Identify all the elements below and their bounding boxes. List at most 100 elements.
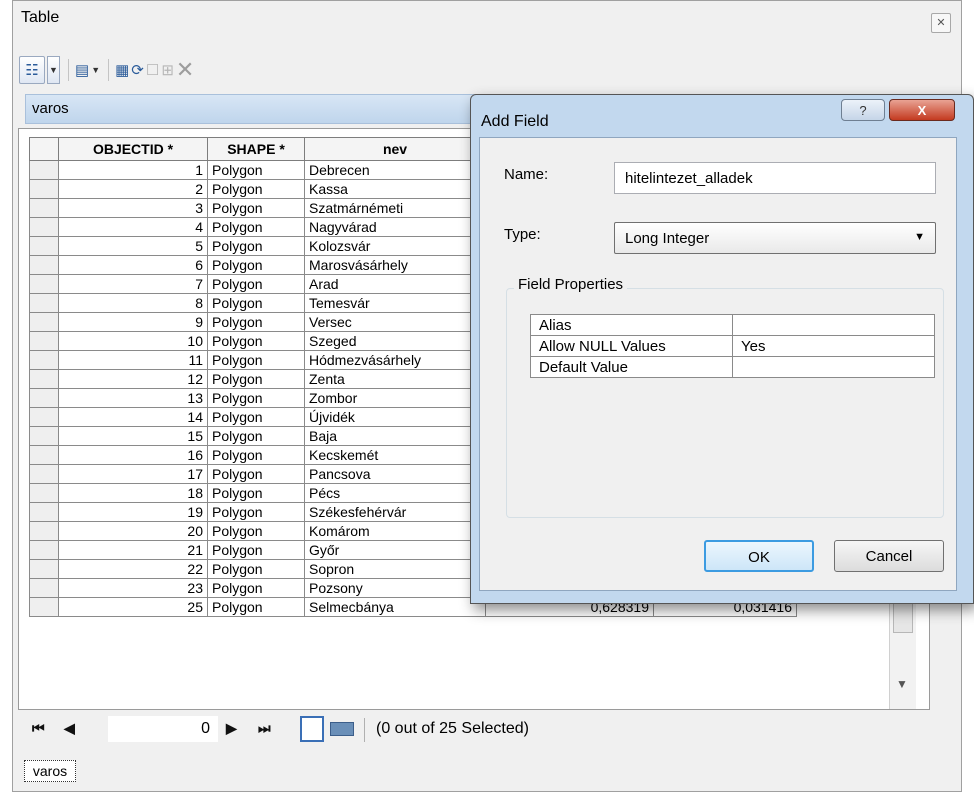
cell-objectid: 25 <box>58 597 208 617</box>
property-value[interactable] <box>732 356 935 378</box>
row-selector[interactable] <box>29 597 59 617</box>
cancel-button[interactable]: Cancel <box>834 540 944 572</box>
cell-shape: Polygon <box>207 540 305 560</box>
cell-objectid: 14 <box>58 407 208 427</box>
select-all-header[interactable] <box>29 137 59 161</box>
cell-nev: Arad <box>304 274 486 294</box>
related-tables-icon[interactable]: ▤ <box>75 56 89 84</box>
row-selector[interactable] <box>29 407 59 427</box>
field-properties-label: Field Properties <box>514 276 628 293</box>
toolbar-divider <box>108 59 110 81</box>
cell-objectid: 6 <box>58 255 208 275</box>
cell-shape: Polygon <box>207 407 305 427</box>
cell-nev: Kassa <box>304 179 486 199</box>
cell-objectid: 22 <box>58 559 208 579</box>
row-selector[interactable] <box>29 521 59 541</box>
row-selector[interactable] <box>29 293 59 313</box>
record-number-input[interactable]: 0 <box>108 716 218 742</box>
row-selector[interactable] <box>29 502 59 522</box>
cell-shape: Polygon <box>207 236 305 256</box>
scrollbar-thumb[interactable] <box>893 603 913 633</box>
row-selector[interactable] <box>29 312 59 332</box>
property-value[interactable] <box>732 314 935 336</box>
cell-shape: Polygon <box>207 464 305 484</box>
column-header-nev[interactable]: nev <box>304 137 486 161</box>
cell-nev: Baja <box>304 426 486 446</box>
row-selector[interactable] <box>29 464 59 484</box>
row-selector[interactable] <box>29 160 59 180</box>
cell-objectid: 5 <box>58 236 208 256</box>
cell-shape: Polygon <box>207 179 305 199</box>
cell-shape: Polygon <box>207 445 305 465</box>
first-record-icon[interactable]: ⏮ <box>32 720 45 737</box>
cell-shape: Polygon <box>207 388 305 408</box>
ok-button[interactable]: OK <box>704 540 814 572</box>
cell-objectid: 12 <box>58 369 208 389</box>
row-selector[interactable] <box>29 255 59 275</box>
property-key: Allow NULL Values <box>530 335 733 357</box>
row-selector[interactable] <box>29 578 59 598</box>
cell-objectid: 21 <box>58 540 208 560</box>
previous-record-icon[interactable]: ◀ <box>64 720 75 737</box>
cell-shape: Polygon <box>207 217 305 237</box>
cell-objectid: 11 <box>58 350 208 370</box>
switch-selection-icon[interactable]: ⟳ <box>131 56 144 84</box>
table-options-icon[interactable]: ☷ <box>19 56 45 84</box>
row-selector[interactable] <box>29 369 59 389</box>
cell-objectid: 18 <box>58 483 208 503</box>
cell-objectid: 2 <box>58 179 208 199</box>
last-record-icon[interactable]: ⏭ <box>258 720 271 737</box>
show-selected-records-button[interactable] <box>330 722 354 736</box>
property-key: Default Value <box>530 356 733 378</box>
cell-nev: Pozsony <box>304 578 486 598</box>
cell-nev: Nagyvárad <box>304 217 486 237</box>
cell-objectid: 19 <box>58 502 208 522</box>
row-selector[interactable] <box>29 445 59 465</box>
close-icon[interactable]: X <box>889 99 955 121</box>
table-tab-varos[interactable]: varos <box>24 760 76 782</box>
field-type-select[interactable]: Long Integer ▼ <box>614 222 936 254</box>
selection-count: (0 out of 25 Selected) <box>376 720 529 737</box>
row-selector[interactable] <box>29 179 59 199</box>
row-selector[interactable] <box>29 331 59 351</box>
help-icon[interactable]: ? <box>841 99 885 121</box>
cell-shape: Polygon <box>207 578 305 598</box>
cell-nev: Hódmezvásárhely <box>304 350 486 370</box>
row-selector[interactable] <box>29 236 59 256</box>
clear-selection-icon[interactable]: ☐ <box>146 56 159 84</box>
row-selector[interactable] <box>29 217 59 237</box>
column-header-objectid[interactable]: OBJECTID * <box>58 137 208 161</box>
row-selector[interactable] <box>29 540 59 560</box>
cell-objectid: 23 <box>58 578 208 598</box>
row-selector[interactable] <box>29 388 59 408</box>
name-label: Name: <box>504 166 549 183</box>
cell-shape: Polygon <box>207 331 305 351</box>
cell-shape: Polygon <box>207 255 305 275</box>
delete-selected-icon[interactable]: ✕ <box>176 56 194 84</box>
column-header-shape[interactable]: SHAPE * <box>207 137 305 161</box>
cell-shape: Polygon <box>207 350 305 370</box>
select-by-attributes-icon[interactable]: ▦ <box>115 56 129 84</box>
row-selector[interactable] <box>29 274 59 294</box>
cell-shape: Polygon <box>207 502 305 522</box>
zoom-to-selected-icon[interactable]: ⊞ <box>161 56 174 84</box>
close-icon[interactable]: ✕ <box>931 13 951 33</box>
show-all-records-button[interactable] <box>300 716 324 742</box>
row-selector[interactable] <box>29 426 59 446</box>
scroll-down-icon[interactable]: ▼ <box>896 677 908 691</box>
row-selector[interactable] <box>29 350 59 370</box>
property-value[interactable]: Yes <box>732 335 935 357</box>
dialog-title: Add Field <box>481 113 549 130</box>
field-name-input[interactable] <box>614 162 936 194</box>
cell-nev: Zombor <box>304 388 486 408</box>
chevron-down-icon[interactable]: ▼ <box>91 56 100 84</box>
row-selector[interactable] <box>29 483 59 503</box>
cell-shape: Polygon <box>207 369 305 389</box>
row-selector[interactable] <box>29 198 59 218</box>
record-number-value: 0 <box>201 720 210 737</box>
chevron-down-icon[interactable]: ▼ <box>47 56 60 84</box>
next-record-icon[interactable]: ▶ <box>226 720 237 737</box>
cell-shape: Polygon <box>207 559 305 579</box>
cell-objectid: 4 <box>58 217 208 237</box>
row-selector[interactable] <box>29 559 59 579</box>
